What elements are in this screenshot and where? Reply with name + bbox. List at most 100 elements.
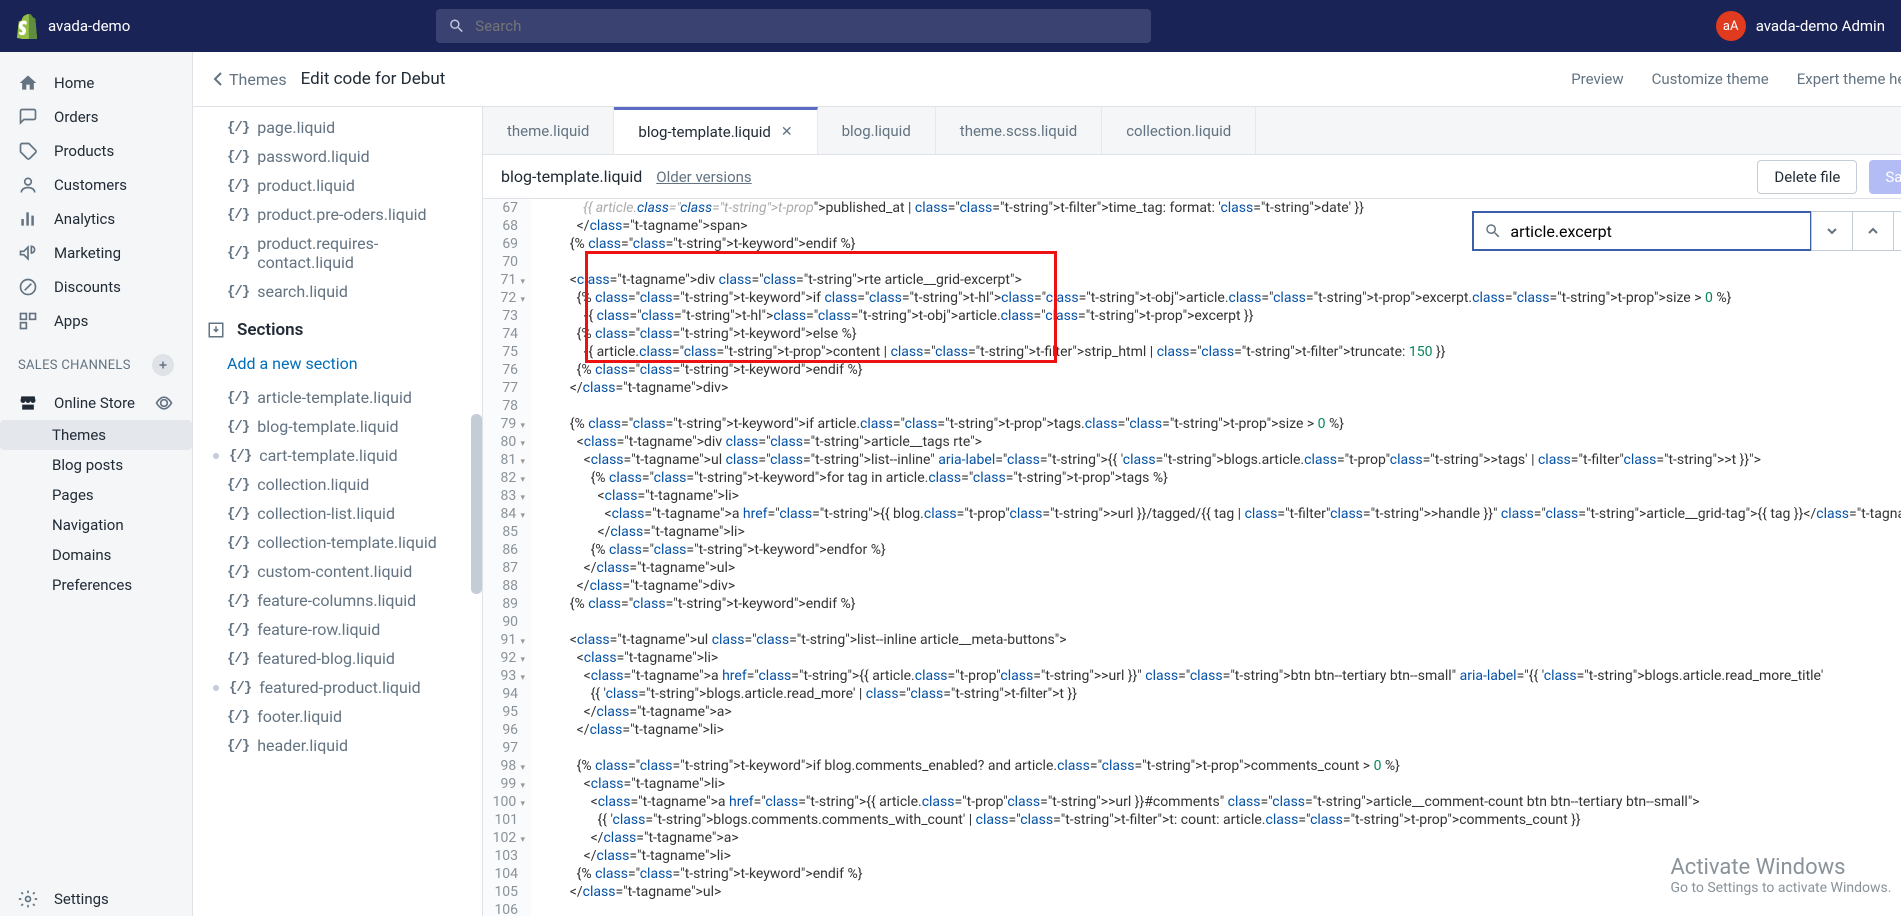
folder-download-icon [207, 321, 225, 339]
file-item[interactable]: {/}header.liquid [193, 731, 482, 760]
breadcrumb-back[interactable]: Themes [213, 70, 287, 89]
file-item[interactable]: {/}custom-content.liquid [193, 557, 482, 586]
nav-apps[interactable]: Apps [0, 304, 192, 338]
file-item[interactable]: {/}article-template.liquid [193, 383, 482, 412]
user-menu[interactable]: aA avada-demo Admin [1716, 11, 1885, 41]
store-brand[interactable]: avada-demo [16, 13, 436, 39]
search-icon [1484, 222, 1502, 240]
topbar: avada-demo aA avada-demo Admin [0, 0, 1901, 52]
save-button[interactable]: Save [1869, 160, 1901, 194]
code-file-icon: {/} [227, 284, 249, 300]
code-file-icon: {/} [227, 564, 249, 580]
code-search-box [1472, 211, 1901, 251]
nav-analytics[interactable]: Analytics [0, 202, 192, 236]
code-file-icon: {/} [229, 680, 251, 696]
code-file-icon: {/} [227, 506, 249, 522]
search-close-button[interactable] [1893, 211, 1901, 251]
subnav-blog-posts[interactable]: Blog posts [52, 450, 192, 480]
file-item[interactable]: {/}collection.liquid [193, 470, 482, 499]
search-icon [448, 17, 465, 35]
modified-indicator [213, 453, 219, 459]
file-item[interactable]: {/}footer.liquid [193, 702, 482, 731]
file-item[interactable]: {/}featured-blog.liquid [193, 644, 482, 673]
breadcrumb-bar: Themes Edit code for Debut Preview Custo… [193, 52, 1901, 107]
search-next-button[interactable] [1811, 211, 1853, 251]
avatar: aA [1716, 11, 1746, 41]
nav-home[interactable]: Home [0, 66, 192, 100]
sections-folder[interactable]: Sections [193, 306, 482, 348]
delete-file-button[interactable]: Delete file [1757, 160, 1857, 194]
editor-tab[interactable]: theme.scss.liquid [936, 107, 1102, 154]
chevron-up-icon [1867, 225, 1879, 237]
file-header: blog-template.liquid Older versions Dele… [483, 155, 1901, 199]
line-numbers: 67 68 69 70 71 ▾72 ▾73 74 75 76 77 78 79… [483, 199, 531, 916]
subnav-themes[interactable]: Themes [0, 420, 192, 450]
store-icon [18, 393, 38, 413]
code-file-icon: {/} [227, 178, 249, 194]
file-tree-scrollbar[interactable] [471, 414, 482, 594]
shopify-logo-icon [16, 13, 38, 39]
older-versions-link[interactable]: Older versions [656, 168, 751, 186]
search-input[interactable] [475, 17, 1139, 35]
preview-link[interactable]: Preview [1571, 70, 1623, 88]
file-item[interactable]: {/}password.liquid [193, 142, 482, 171]
global-search[interactable] [436, 9, 1151, 43]
eye-icon[interactable] [154, 393, 174, 413]
editor-tab[interactable]: blog.liquid [818, 107, 936, 154]
file-item[interactable]: {/}search.liquid [193, 277, 482, 306]
current-file-name: blog-template.liquid [501, 167, 642, 186]
file-item[interactable]: {/}collection-list.liquid [193, 499, 482, 528]
customize-link[interactable]: Customize theme [1652, 70, 1769, 88]
code-content[interactable]: {{ article.class="class="t-string">t-pro… [531, 199, 1901, 916]
file-item[interactable]: {/}product.pre-oders.liquid [193, 200, 482, 229]
code-file-icon: {/} [227, 419, 249, 435]
nav-marketing[interactable]: Marketing [0, 236, 192, 270]
nav-discounts[interactable]: Discounts [0, 270, 192, 304]
file-item[interactable]: {/}blog-template.liquid [193, 412, 482, 441]
code-file-icon: {/} [227, 535, 249, 551]
subnav-domains[interactable]: Domains [52, 540, 192, 570]
search-prev-button[interactable] [1852, 211, 1894, 251]
file-item[interactable]: {/}featured-product.liquid [193, 673, 482, 702]
modified-indicator [213, 685, 219, 691]
file-item[interactable]: {/}product.liquid [193, 171, 482, 200]
file-item[interactable]: {/}product.requires-contact.liquid [193, 229, 482, 277]
editor-tab[interactable]: collection.liquid [1102, 107, 1256, 154]
code-editor[interactable]: 67 68 69 70 71 ▾72 ▾73 74 75 76 77 78 79… [483, 199, 1901, 916]
nav-products[interactable]: Products [0, 134, 192, 168]
file-item[interactable]: {/}feature-columns.liquid [193, 586, 482, 615]
file-item[interactable]: {/}page.liquid [193, 113, 482, 142]
subnav-navigation[interactable]: Navigation [52, 510, 192, 540]
plus-icon [157, 359, 169, 371]
home-icon [18, 73, 38, 93]
add-channel-button[interactable] [152, 354, 174, 376]
code-file-icon: {/} [227, 149, 249, 165]
code-file-icon: {/} [227, 593, 249, 609]
code-file-icon: {/} [229, 448, 251, 464]
nav-online-store[interactable]: Online Store [0, 386, 192, 420]
subnav-preferences[interactable]: Preferences [52, 570, 192, 600]
discount-icon [18, 277, 38, 297]
code-file-icon: {/} [227, 120, 249, 136]
user-name: avada-demo Admin [1756, 17, 1885, 35]
file-item[interactable]: {/}feature-row.liquid [193, 615, 482, 644]
orders-icon [18, 107, 38, 127]
file-item[interactable]: {/}collection-template.liquid [193, 528, 482, 557]
nav-customers[interactable]: Customers [0, 168, 192, 202]
editor-tab[interactable]: blog-template.liquid✕ [614, 107, 817, 154]
megaphone-icon [18, 243, 38, 263]
code-search-input[interactable] [1510, 222, 1800, 241]
file-item[interactable]: {/}cart-template.liquid [193, 441, 482, 470]
help-link[interactable]: Expert theme help [1797, 70, 1901, 88]
subnav-pages[interactable]: Pages [52, 480, 192, 510]
add-section-link[interactable]: Add a new section [193, 348, 482, 383]
sidebar: Home Orders Products Customers Analytics… [0, 52, 193, 916]
file-tree: {/}page.liquid{/}password.liquid{/}produ… [193, 107, 483, 916]
editor-tabs: theme.liquidblog-template.liquid✕blog.li… [483, 107, 1901, 155]
editor-tab[interactable]: theme.liquid [483, 107, 614, 154]
close-tab-icon[interactable]: ✕ [781, 124, 793, 140]
tag-icon [18, 141, 38, 161]
nav-orders[interactable]: Orders [0, 100, 192, 134]
person-icon [18, 175, 38, 195]
nav-settings[interactable]: Settings [0, 882, 192, 916]
